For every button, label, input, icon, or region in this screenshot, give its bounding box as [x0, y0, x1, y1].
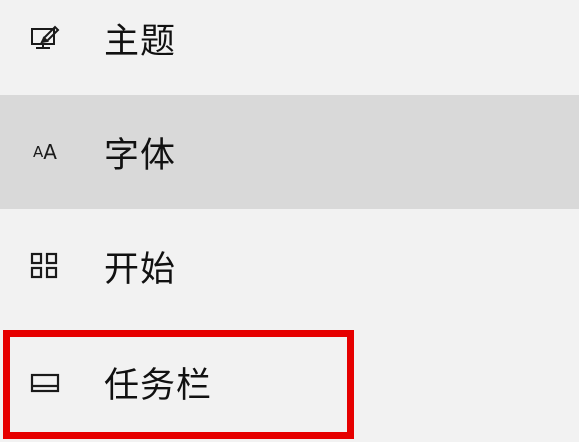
menu-item-label: 主题 — [104, 21, 177, 62]
taskbar-icon — [25, 363, 65, 403]
menu-item-label: 开始 — [104, 249, 177, 290]
settings-personalization-menu: 主题 AA 字体 开始 任务栏 — [0, 0, 579, 442]
menu-item-start[interactable]: 开始 — [0, 209, 579, 323]
menu-item-label: 任务栏 — [104, 366, 213, 406]
fonts-icon-large-glyph: A — [43, 140, 57, 164]
menu-item-label: 字体 — [104, 135, 177, 176]
menu-item-fonts[interactable]: AA 字体 — [0, 95, 579, 209]
fonts-icon: AA — [25, 132, 65, 172]
menu-item-theme[interactable]: 主题 — [0, 0, 579, 95]
theme-icon — [25, 18, 65, 58]
fonts-icon-small-glyph: A — [33, 142, 44, 161]
start-icon — [25, 246, 65, 286]
menu-item-taskbar[interactable]: 任务栏 — [0, 323, 579, 442]
